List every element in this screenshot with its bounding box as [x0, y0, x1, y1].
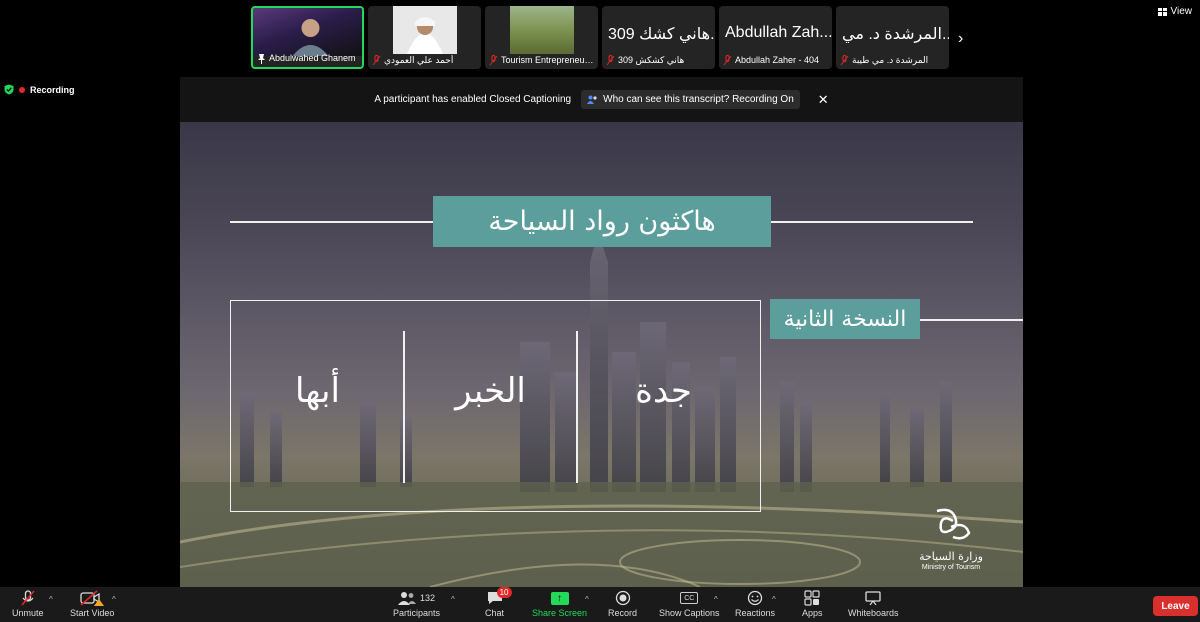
people-icon [587, 95, 597, 104]
ministry-emblem-icon [936, 508, 971, 540]
city-khobar: الخبر [455, 371, 526, 411]
show-captions-button[interactable]: CC Show Captions [659, 590, 720, 618]
participants-icon [398, 592, 416, 605]
record-icon [615, 590, 630, 606]
participant-label: Abdullah Zaher - 404 [723, 53, 828, 67]
participant-display-name: Abdullah Zah... [725, 24, 832, 41]
ministry-english-name: Ministry of Tourism [921, 564, 981, 571]
chat-unread-badge: 10 [496, 587, 512, 598]
ministry-arabic-name: وزارة السياحة [919, 550, 983, 563]
participant-label: Abdulwahed Ghanem [257, 51, 358, 65]
participant-video [392, 6, 457, 54]
participant-display-name: المرشدة د. مي... [842, 26, 949, 43]
pin-icon [258, 53, 265, 64]
show-captions-label: Show Captions [659, 608, 720, 618]
participants-label: Participants [393, 608, 441, 618]
mic-muted-icon [606, 54, 615, 65]
start-video-label: Start Video [70, 608, 115, 618]
mic-muted-icon [372, 54, 381, 65]
apps-icon [804, 590, 820, 606]
recording-label: Recording [30, 84, 75, 95]
participant-tile-4[interactable]: 309 هاني كشك... 309 هاني كشكش [602, 6, 715, 69]
participant-tile-2[interactable]: أحمد علي العمودي [368, 6, 481, 69]
title-rule-left [230, 221, 433, 223]
participant-video [509, 6, 574, 54]
apps-button[interactable]: Apps [802, 590, 823, 618]
grid-view-icon [1157, 7, 1167, 16]
edition-rule [920, 319, 1023, 321]
unmute-button[interactable]: Unmute [12, 590, 44, 618]
whiteboards-button[interactable]: Whiteboards [848, 590, 899, 618]
share-screen-button[interactable]: ↑ Share Screen [532, 590, 587, 618]
participant-name: Tourism Entrepreneur... [501, 55, 594, 65]
participant-name: Abdulwahed Ghanem [269, 53, 356, 63]
mic-muted-icon [840, 54, 849, 65]
leave-button[interactable]: Leave [1153, 596, 1198, 616]
transcript-info-button[interactable]: Who can see this transcript? Recording O… [581, 90, 800, 109]
record-label: Record [608, 608, 638, 618]
participants-count: 132 [420, 593, 436, 603]
participant-video [253, 8, 362, 56]
chevron-up-icon[interactable]: ^ [451, 595, 455, 604]
chevron-up-icon[interactable]: ^ [49, 595, 53, 604]
chevron-up-icon[interactable]: ^ [585, 595, 589, 604]
video-off-icon [80, 590, 105, 606]
mic-muted-icon [489, 54, 498, 65]
participant-tile-3[interactable]: Tourism Entrepreneur... [485, 6, 598, 69]
record-button[interactable]: Record [608, 590, 637, 618]
participant-name: 309 هاني كشكش [618, 54, 685, 65]
view-button[interactable]: View [1157, 6, 1193, 17]
participant-tile-1[interactable]: Abdulwahed Ghanem [251, 6, 364, 69]
whiteboards-label: Whiteboards [848, 608, 899, 618]
participant-name: أحمد علي العمودي [384, 54, 454, 65]
captions-message: A participant has enabled Closed Caption… [374, 94, 572, 105]
view-label: View [1170, 6, 1193, 17]
participant-label: Tourism Entrepreneur... [489, 53, 594, 67]
participant-tile-5[interactable]: Abdullah Zah... Abdullah Zaher - 404 [719, 6, 832, 69]
reactions-button[interactable]: Reactions [735, 590, 775, 618]
share-screen-icon: ↑ [550, 591, 569, 605]
mic-muted-icon [21, 590, 35, 606]
start-video-button[interactable]: Start Video [70, 590, 114, 618]
meeting-toolbar: Unmute ^ Start Video ^ 132 Participants … [0, 587, 1200, 622]
whiteboard-icon [865, 591, 881, 605]
emoji-icon [747, 590, 763, 606]
close-icon[interactable]: ✕ [818, 92, 829, 108]
transcript-info-text: Who can see this transcript? Recording O… [603, 94, 794, 105]
recording-indicator[interactable]: Recording [4, 84, 75, 95]
shield-check-icon [4, 84, 14, 95]
participant-name: المرشدة د. مي طيبة [852, 54, 929, 65]
participant-display-name: 309 هاني كشك... [608, 26, 715, 43]
participants-button[interactable]: 132 Participants [393, 590, 440, 618]
captions-banner: A participant has enabled Closed Caption… [180, 77, 1023, 122]
chevron-up-icon[interactable]: ^ [112, 595, 116, 604]
shared-screen: A participant has enabled Closed Caption… [180, 77, 1023, 587]
record-dot-icon [19, 86, 25, 93]
reactions-label: Reactions [735, 608, 776, 618]
participant-label: 309 هاني كشكش [606, 53, 711, 67]
participant-label: أحمد علي العمودي [372, 53, 477, 67]
title-rule-right [771, 221, 973, 223]
unmute-label: Unmute [12, 608, 44, 618]
participant-label: المرشدة د. مي طيبة [840, 53, 945, 67]
presentation-slide: هاكثون رواد السياحة النسخة الثانية أبها … [180, 122, 1023, 587]
apps-label: Apps [802, 608, 823, 618]
chevron-up-icon[interactable]: ^ [714, 595, 718, 604]
participant-tile-6[interactable]: المرشدة د. مي... المرشدة د. مي طيبة [836, 6, 949, 69]
city-abha: أبها [295, 371, 340, 411]
participant-strip: Abdulwahed Ghanem أحمد علي العمودي Touri… [251, 6, 949, 69]
participant-name: Abdullah Zaher - 404 [735, 55, 820, 65]
city-jeddah: جدة [635, 371, 692, 411]
chat-button[interactable]: 10 Chat [485, 587, 512, 618]
mic-muted-icon [723, 54, 732, 65]
chevron-up-icon[interactable]: ^ [772, 595, 776, 604]
edition-label: النسخة الثانية [770, 299, 920, 339]
slide-title: هاكثون رواد السياحة [433, 196, 771, 247]
chat-label: Chat [485, 608, 505, 618]
ministry-logo: وزارة السياحة Ministry of Tourism [906, 507, 996, 571]
chevron-right-icon[interactable]: › [958, 30, 963, 48]
share-screen-label: Share Screen [532, 608, 588, 618]
cities-panel: أبها الخبر جدة [230, 300, 761, 512]
captions-icon: CC [680, 592, 699, 604]
